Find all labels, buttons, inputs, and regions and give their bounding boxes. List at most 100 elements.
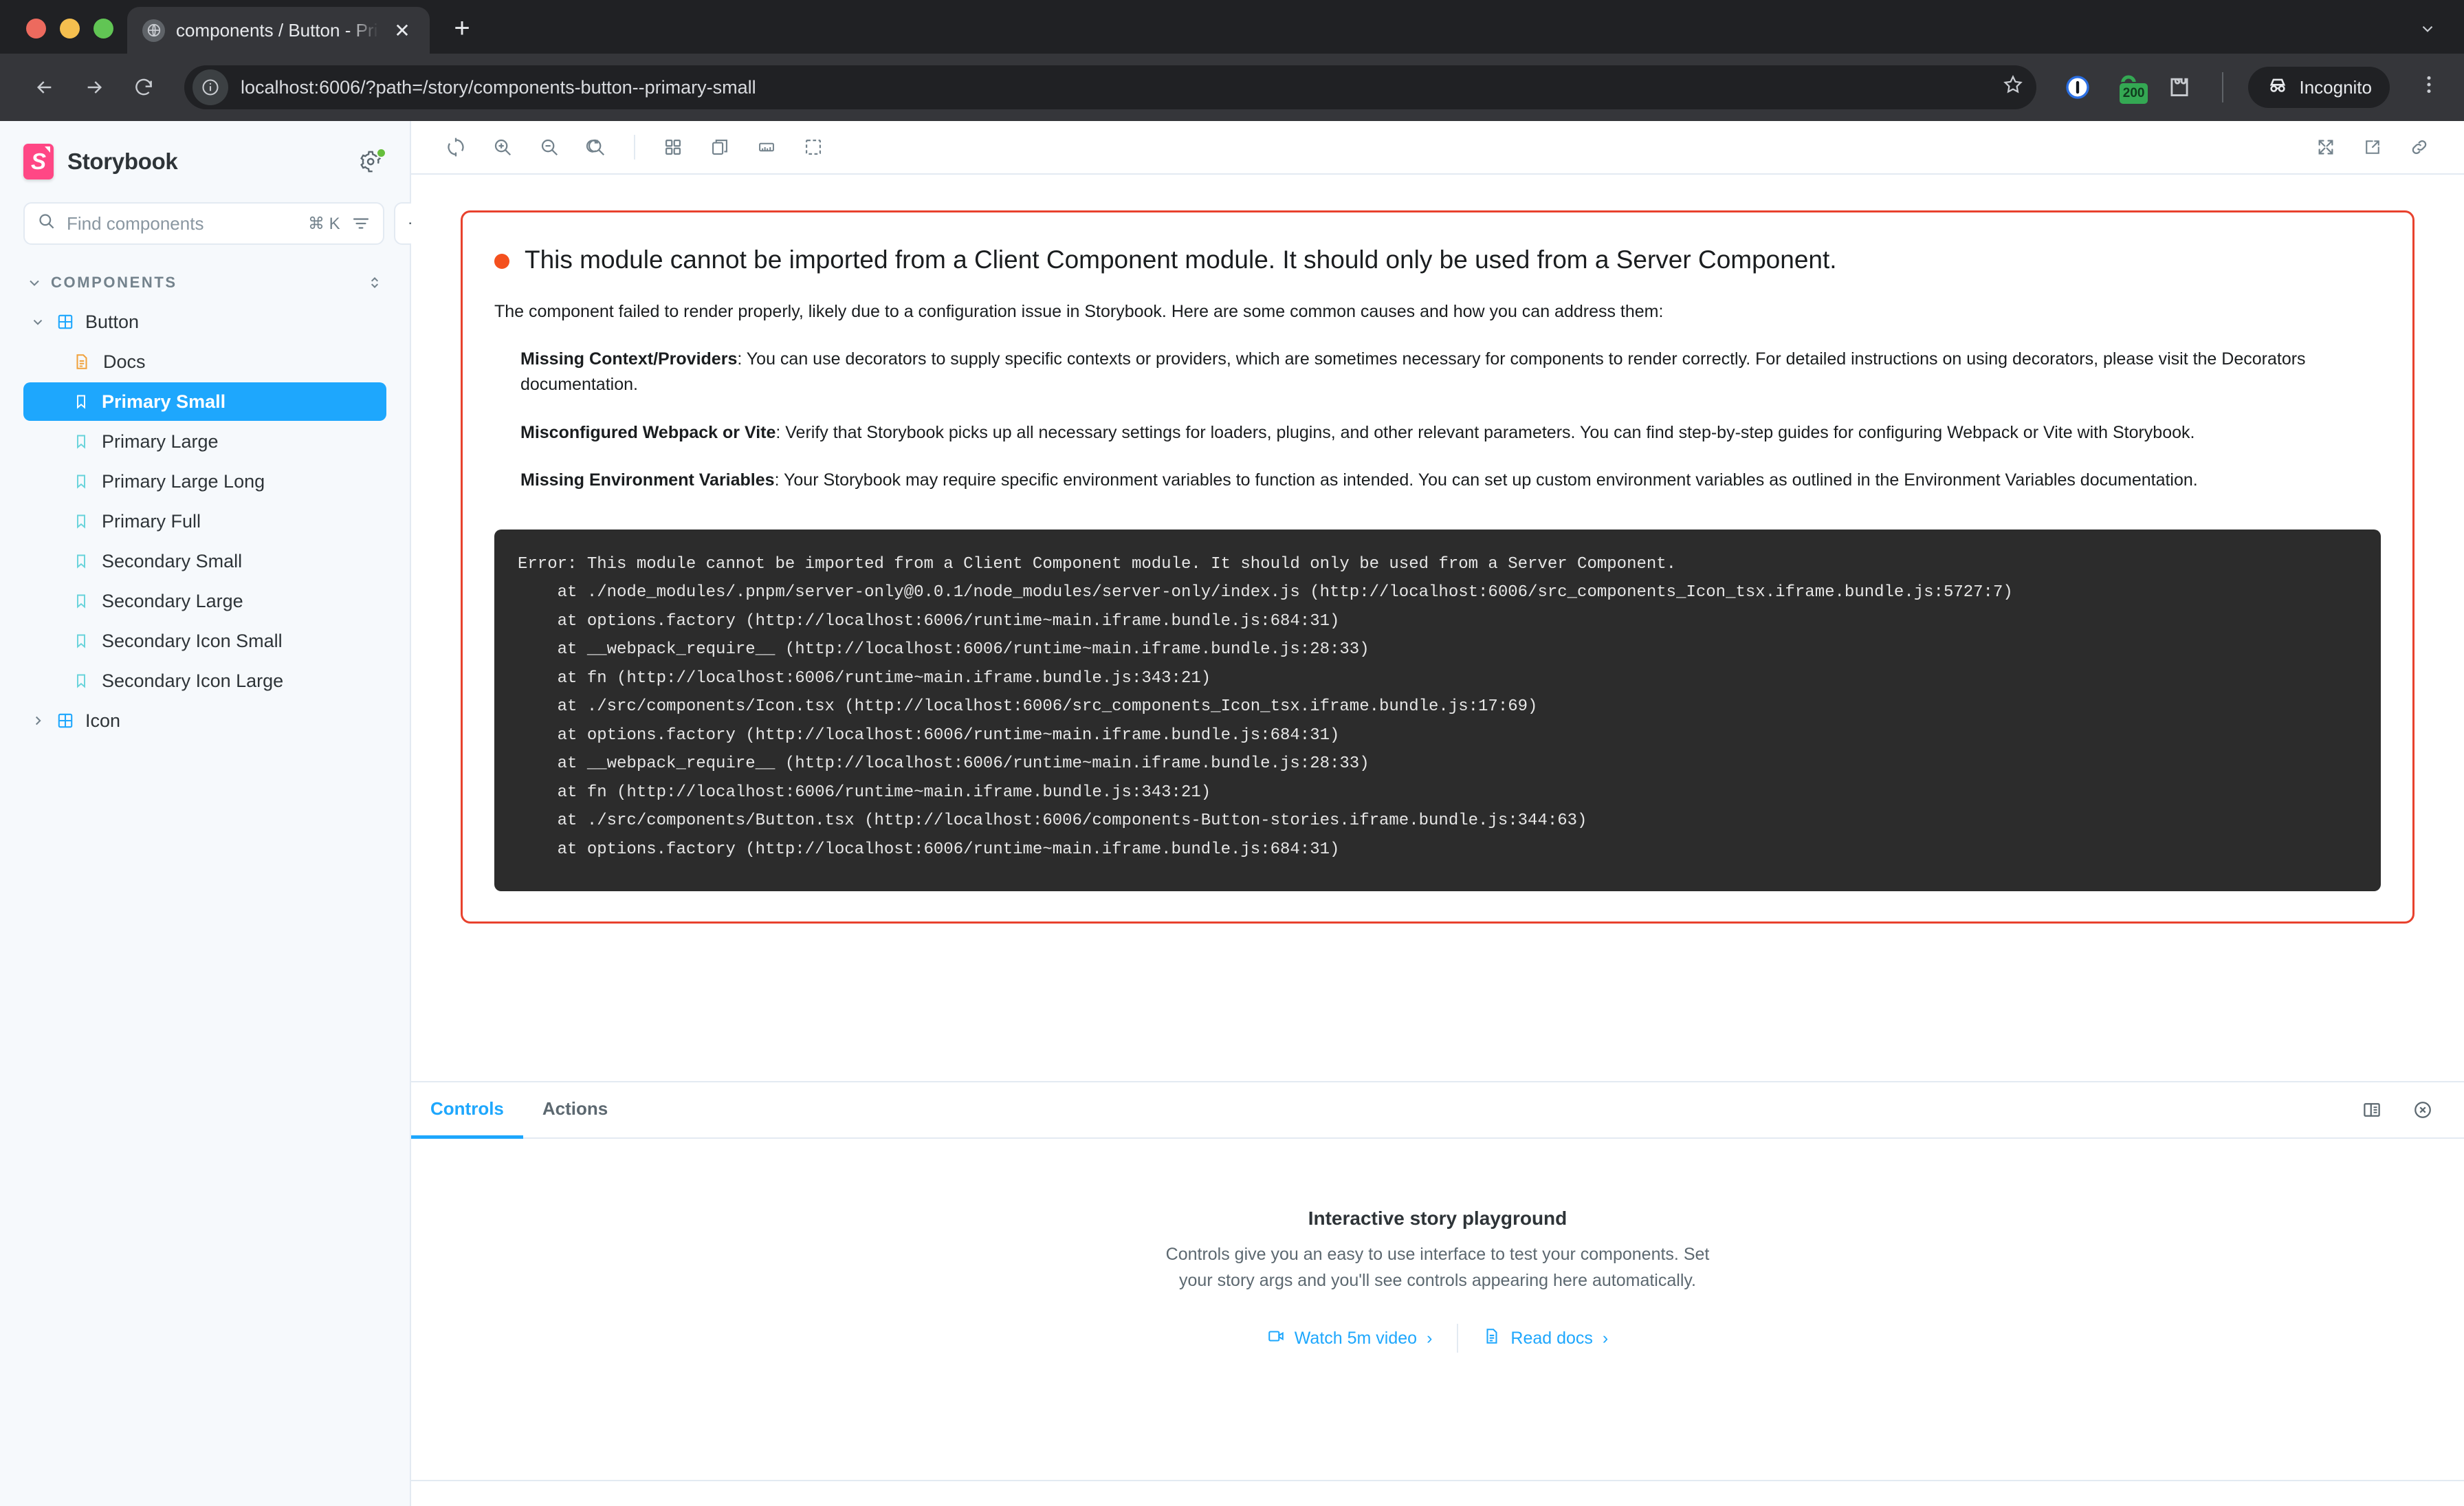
tree-item-docs[interactable]: Docs [23,342,386,381]
reload-button[interactable] [122,66,165,109]
tree-item-label: Docs [103,351,146,372]
tab-actions[interactable]: Actions [523,1082,627,1139]
read-docs-link[interactable]: Read docs › [1483,1327,1608,1350]
browser-toolbar: localhost:6006/?path=/story/components-b… [0,54,2464,121]
tree-item-primary-large[interactable]: Primary Large [23,422,386,461]
components-section-label: COMPONENTS [51,274,177,291]
search-input[interactable] [67,212,297,234]
story-bookmark-icon [73,673,89,689]
tree-item-primary-large-long[interactable]: Primary Large Long [23,462,386,501]
tree-item-label: Secondary Large [102,590,243,611]
filter-icon[interactable] [351,214,371,233]
open-new-tab-button[interactable] [2353,127,2392,167]
components-section-header[interactable]: COMPONENTS [23,274,386,292]
password-manager-icon[interactable] [2060,69,2096,105]
remount-button[interactable] [436,127,476,167]
close-window-button[interactable] [26,19,46,39]
error-title: This module cannot be imported from a Cl… [525,245,1837,274]
tree-item-secondary-small[interactable]: Secondary Small [23,542,386,580]
zoom-in-button[interactable] [483,127,522,167]
outline-button[interactable] [793,127,833,167]
copy-link-button[interactable] [2399,127,2439,167]
main-footer-strip [411,1480,2464,1506]
kebab-menu-icon[interactable] [2417,73,2441,102]
story-bookmark-icon [73,473,89,490]
forward-button[interactable] [73,66,116,109]
empty-state-title: Interactive story playground [1308,1208,1568,1229]
watch-video-link[interactable]: Watch 5m video › [1267,1327,1433,1350]
status-dot [376,148,386,158]
storybook-main: This module cannot be imported from a Cl… [411,121,2464,1506]
tree-item-secondary-large[interactable]: Secondary Large [23,582,386,620]
chevron-down-icon[interactable] [2419,20,2436,43]
toolbar-divider [634,135,635,160]
maximize-window-button[interactable] [94,19,113,39]
measure-button[interactable] [747,127,786,167]
error-heading: This module cannot be imported from a Cl… [494,244,2381,276]
brand-title: Storybook [67,149,178,174]
profile-incognito-button[interactable]: Incognito [2248,67,2390,108]
docs-icon [1483,1327,1501,1350]
chevron-down-icon [26,274,43,291]
new-tab-button[interactable]: + [446,12,478,44]
incognito-icon [2266,74,2289,102]
addon-panel-tabs: Controls Actions [411,1082,2464,1139]
star-icon[interactable] [2002,74,2024,101]
chevron-right-icon: › [1427,1328,1433,1348]
tree-item-primary-small[interactable]: Primary Small [23,382,386,421]
story-bookmark-icon [73,593,89,609]
tree-group-icon[interactable]: Icon [23,701,386,740]
zoom-out-button[interactable] [529,127,569,167]
info-circle-icon[interactable] [192,69,228,105]
preview-canvas: This module cannot be imported from a Cl… [411,175,2464,1081]
address-bar[interactable]: localhost:6006/?path=/story/components-b… [184,65,2037,109]
tree-item-label: Button [85,311,140,332]
tab-controls[interactable]: Controls [411,1082,523,1139]
back-button[interactable] [23,66,66,109]
fullscreen-button[interactable] [2306,127,2346,167]
minimize-window-button[interactable] [60,19,80,39]
profile-label: Incognito [2299,76,2372,98]
extensions-puzzle-icon[interactable] [2162,69,2197,105]
controls-empty-state: Interactive story playground Controls gi… [411,1139,2464,1480]
tree-item-label: Secondary Icon Large [102,670,284,691]
close-icon[interactable]: ✕ [390,18,415,43]
tree-item-label: Primary Large Long [102,470,265,492]
window-traffic-lights [26,19,113,39]
tree-item-label: Icon [85,710,121,731]
tree-item-label: Secondary Icon Small [102,630,283,651]
story-bookmark-icon [73,553,89,569]
status-badge-icon[interactable]: 200 [2111,69,2150,105]
tab-title: components / Button - Primar [176,19,379,41]
search-shortcut-hint: ⌘ K [308,214,340,233]
tree-item-secondary-icon-large[interactable]: Secondary Icon Large [23,662,386,700]
tree-item-label: Primary Large [102,430,219,452]
close-panel-button[interactable] [2406,1093,2439,1126]
story-bookmark-icon [73,433,89,450]
chevron-right-icon [30,713,45,728]
panel-position-button[interactable] [2355,1093,2388,1126]
zoom-reset-button[interactable] [576,127,616,167]
backgrounds-button[interactable] [653,127,693,167]
tree-item-primary-full[interactable]: Primary Full [23,502,386,541]
browser-tabstrip: components / Button - Primar ✕ + [0,0,2464,54]
error-cause-term: Misconfigured Webpack or Vite [520,422,776,442]
tree-group-button[interactable]: Button [23,303,386,341]
expand-collapse-icon[interactable] [366,274,384,292]
search-box[interactable]: ⌘ K [23,202,384,245]
tree-item-secondary-icon-small[interactable]: Secondary Icon Small [23,622,386,660]
watch-video-label: Watch 5m video [1294,1328,1418,1348]
brand-home-link[interactable]: S Storybook [23,144,178,179]
error-stack-trace: Error: This module cannot be imported fr… [494,529,2381,892]
tree-item-label: Primary Small [102,391,226,412]
read-docs-label: Read docs [1510,1328,1593,1348]
storybook-sidebar: S Storybook ⌘ K [0,121,437,1506]
status-badge-count: 200 [2118,82,2150,105]
chevron-right-icon: › [1602,1328,1609,1348]
gear-shortcuts-icon[interactable] [356,146,386,177]
error-cause-term: Missing Context/Providers [520,349,738,369]
addon-panel: Controls Actions Interactive story playg… [411,1081,2464,1480]
browser-tab[interactable]: components / Button - Primar ✕ [127,7,430,54]
viewport-button[interactable] [700,127,740,167]
storybook-logo-icon: S [23,144,54,179]
